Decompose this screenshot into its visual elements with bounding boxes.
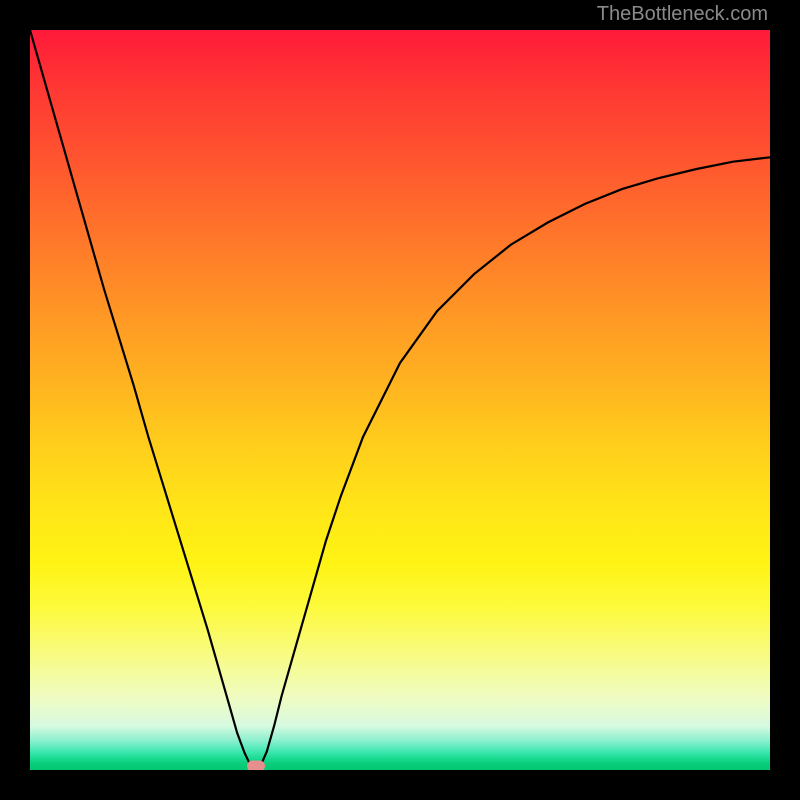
plot-area — [30, 30, 770, 770]
chart-container: TheBottleneck.com — [0, 0, 800, 800]
watermark-text: TheBottleneck.com — [597, 3, 768, 26]
optimal-point-marker — [247, 761, 265, 770]
curve-svg — [30, 30, 770, 770]
bottleneck-curve — [30, 30, 770, 769]
